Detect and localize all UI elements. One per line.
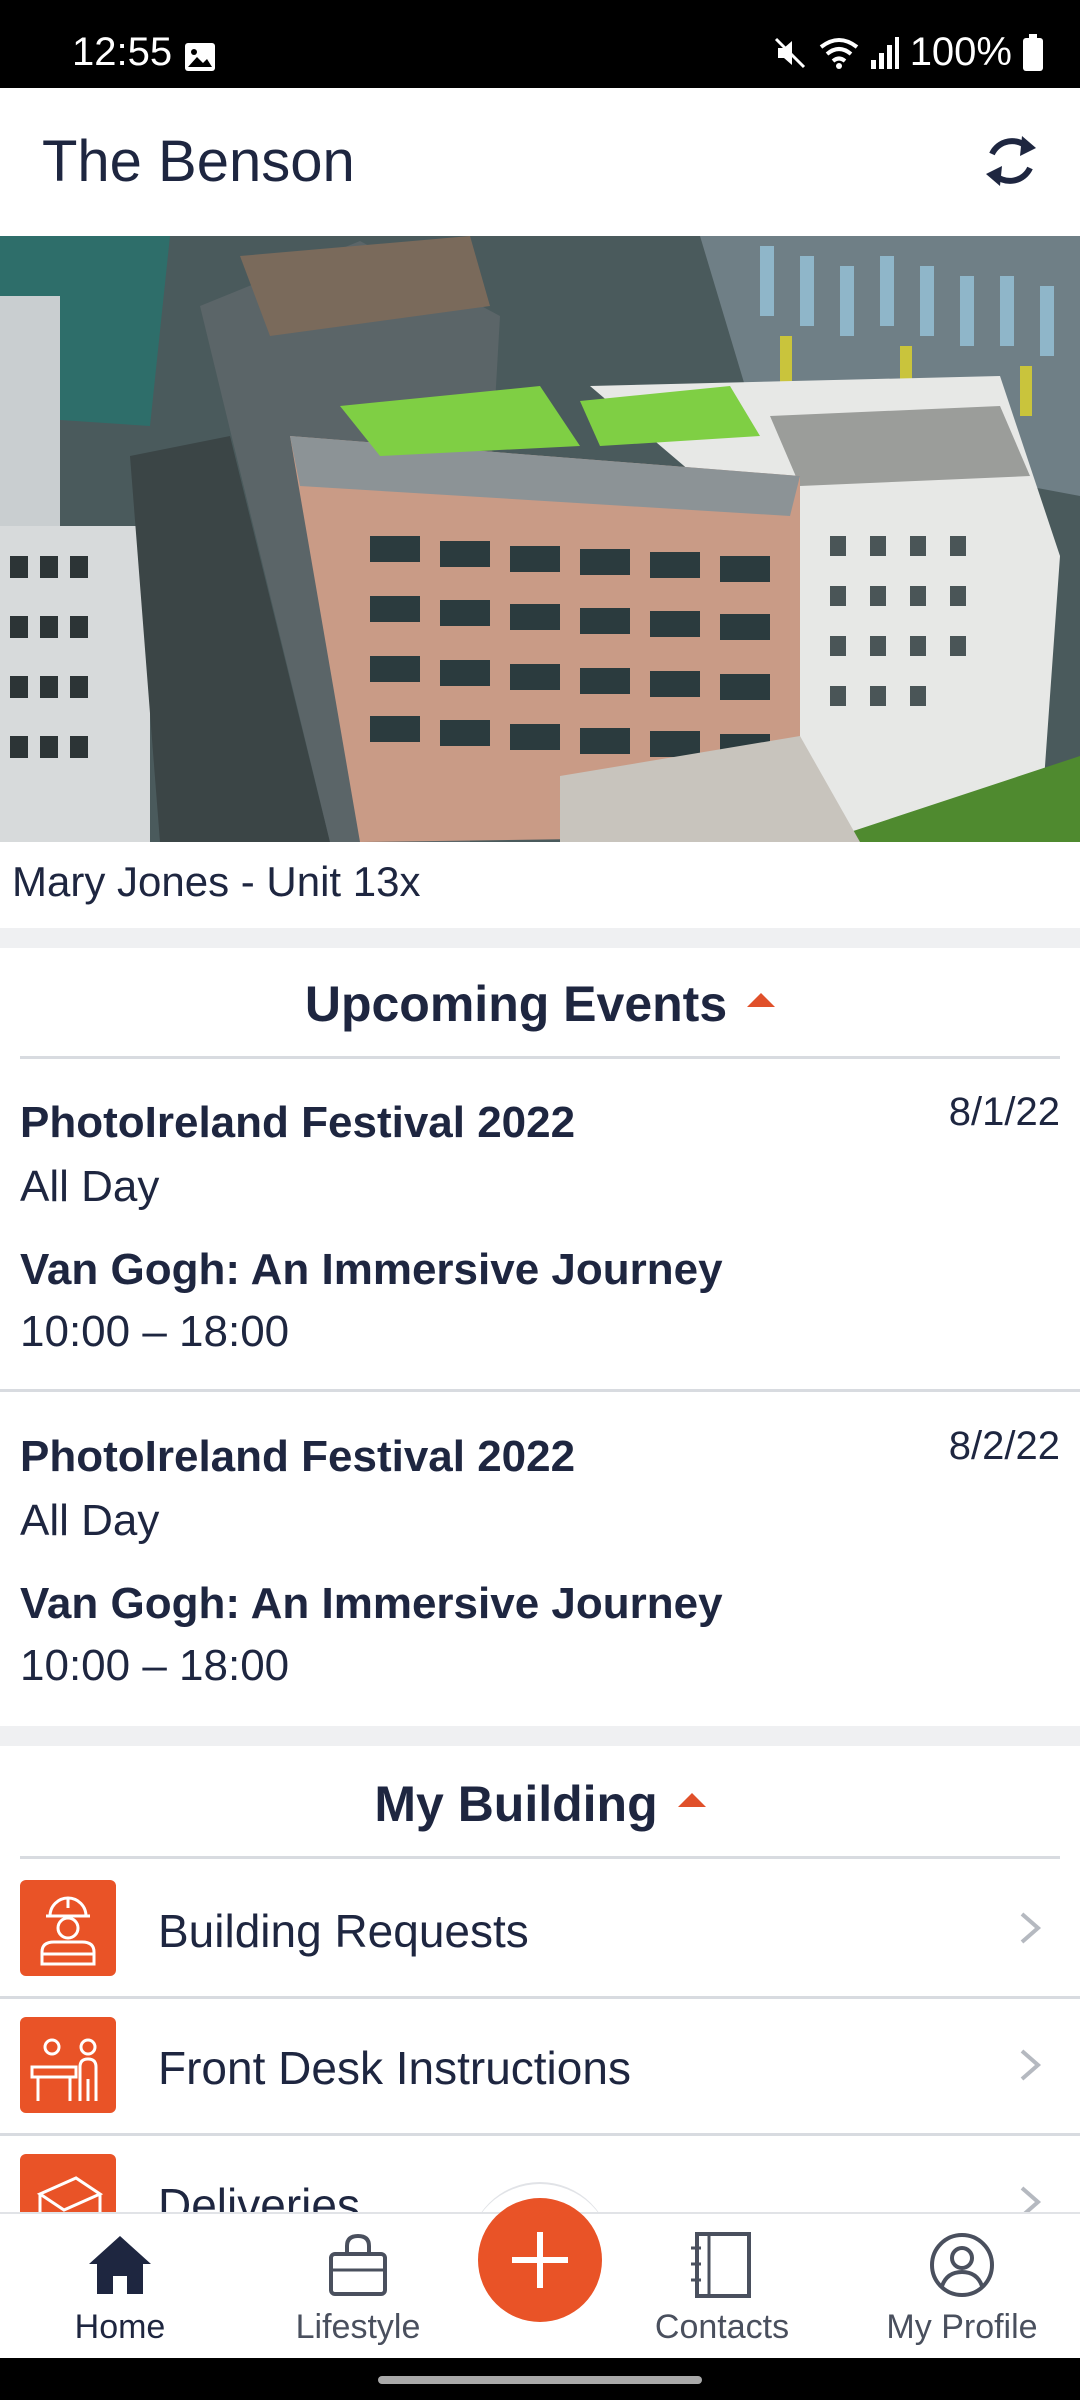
resident-unit-label: Mary Jones - Unit 13x bbox=[12, 858, 421, 905]
event-time: All Day bbox=[20, 1162, 160, 1211]
refresh-icon[interactable] bbox=[978, 128, 1044, 194]
building-requests-row[interactable]: Building Requests bbox=[0, 1862, 1080, 1998]
signal-icon bbox=[870, 36, 899, 69]
status-bar: 12:55 100% bbox=[0, 0, 1080, 88]
front-desk-instructions-label: Front Desk Instructions bbox=[158, 2042, 631, 2094]
upcoming-events-header[interactable]: Upcoming Events bbox=[0, 975, 1080, 1033]
image-icon bbox=[185, 43, 215, 71]
battery-icon bbox=[1023, 33, 1043, 71]
contacts-book-icon bbox=[691, 2232, 751, 2298]
app-header: The Benson bbox=[0, 88, 1080, 236]
status-time: 12:55 bbox=[72, 30, 173, 74]
home-indicator[interactable] bbox=[378, 2376, 702, 2384]
nav-my-profile-label: My Profile bbox=[886, 2308, 1038, 2346]
event-time: 10:00 – 18:00 bbox=[20, 1307, 290, 1356]
nav-lifestyle-label: Lifestyle bbox=[295, 2308, 421, 2346]
chevron-right-icon bbox=[1020, 1912, 1042, 1944]
battery-percent: 100% bbox=[909, 30, 1012, 74]
upcoming-events-title: Upcoming Events bbox=[304, 976, 728, 1032]
divider bbox=[20, 1856, 1060, 1859]
nav-home-label: Home bbox=[74, 2308, 166, 2346]
event-title: Van Gogh: An Immersive Journey bbox=[20, 1579, 723, 1628]
front-desk-icon bbox=[20, 2017, 116, 2113]
event-time: All Day bbox=[20, 1496, 160, 1545]
event-time: 10:00 – 18:00 bbox=[20, 1641, 290, 1690]
divider bbox=[20, 1056, 1060, 1059]
section-divider bbox=[0, 928, 1080, 948]
home-icon bbox=[89, 2236, 151, 2294]
building-requests-label: Building Requests bbox=[158, 1905, 529, 1957]
add-button[interactable] bbox=[478, 2198, 602, 2322]
building-photo bbox=[0, 236, 1080, 842]
section-divider bbox=[0, 1726, 1080, 1746]
event-title: PhotoIreland Festival 2022 bbox=[20, 1098, 576, 1147]
event-title: Van Gogh: An Immersive Journey bbox=[20, 1245, 723, 1294]
nav-contacts-label: Contacts bbox=[654, 2308, 790, 2346]
collapse-caret-icon bbox=[747, 992, 776, 1007]
mute-icon bbox=[774, 37, 805, 68]
shopping-bag-icon bbox=[329, 2233, 387, 2296]
nav-home[interactable]: Home bbox=[20, 2232, 220, 2347]
chevron-right-icon bbox=[1020, 2049, 1042, 2081]
divider bbox=[0, 1389, 1080, 1392]
building-title: The Benson bbox=[42, 129, 355, 194]
nav-contacts[interactable]: Contacts bbox=[622, 2232, 822, 2347]
gesture-bar bbox=[0, 2358, 1080, 2400]
my-building-header[interactable]: My Building bbox=[0, 1775, 1080, 1833]
event-date: 8/2/22 bbox=[948, 1424, 1060, 1468]
my-building-title: My Building bbox=[374, 1776, 658, 1832]
plus-icon bbox=[512, 2232, 568, 2288]
nav-my-profile[interactable]: My Profile bbox=[862, 2232, 1062, 2347]
event-title: PhotoIreland Festival 2022 bbox=[20, 1432, 576, 1481]
event-date: 8/1/22 bbox=[948, 1090, 1060, 1134]
nav-lifestyle[interactable]: Lifestyle bbox=[258, 2232, 458, 2347]
wifi-icon bbox=[819, 37, 858, 69]
profile-icon bbox=[930, 2233, 994, 2297]
front-desk-instructions-row[interactable]: Front Desk Instructions bbox=[0, 1999, 1080, 2135]
worker-icon bbox=[20, 1880, 116, 1976]
collapse-caret-icon bbox=[677, 1792, 706, 1807]
